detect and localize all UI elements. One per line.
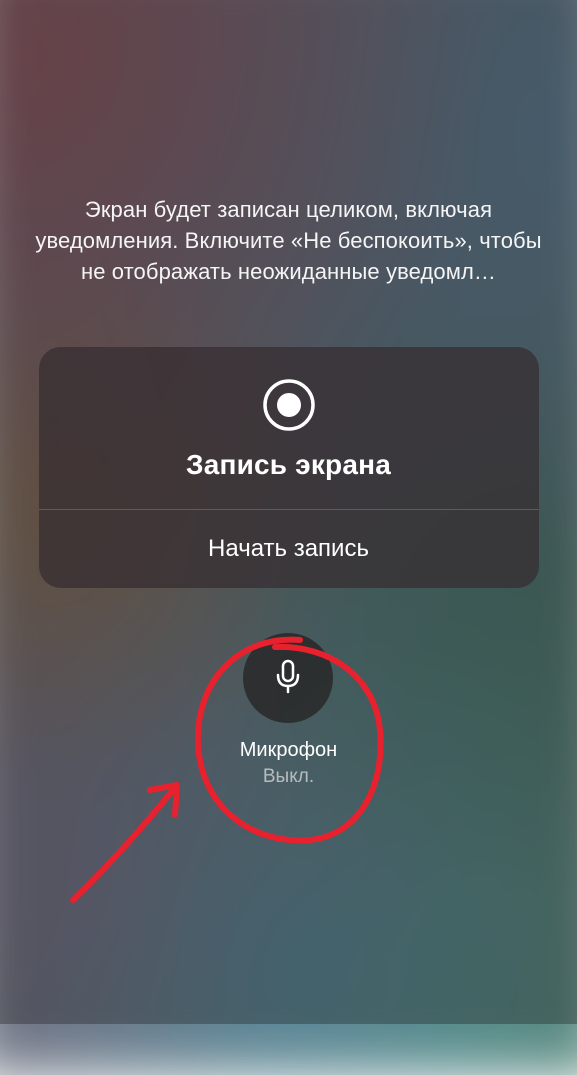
recording-panel: Запись экрана Начать запись <box>39 347 539 588</box>
instruction-text: Экран будет записан целиком, включая уве… <box>0 195 577 287</box>
panel-header: Запись экрана <box>39 347 539 509</box>
start-recording-label: Начать запись <box>208 535 369 563</box>
screen-recording-modal: Экран будет записан целиком, включая уве… <box>0 0 577 788</box>
microphone-icon <box>268 656 308 701</box>
record-icon <box>263 379 315 431</box>
microphone-label: Микрофон <box>240 739 337 762</box>
microphone-toggle-button[interactable] <box>243 633 333 723</box>
microphone-status: Выкл. <box>263 766 314 788</box>
panel-title: Запись экрана <box>186 449 391 481</box>
start-recording-button[interactable]: Начать запись <box>39 510 539 588</box>
microphone-section: Микрофон Выкл. <box>240 633 337 788</box>
